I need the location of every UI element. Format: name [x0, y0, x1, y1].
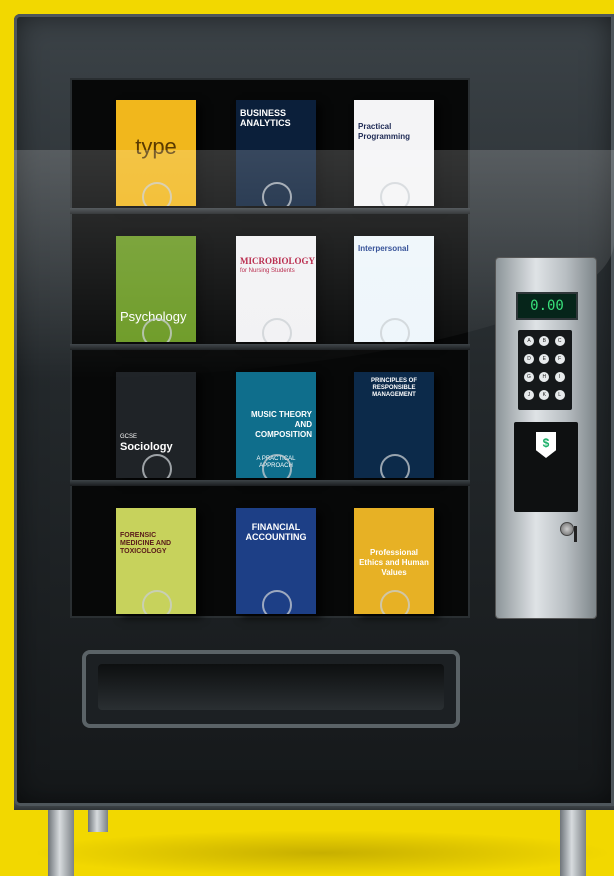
- book-music-theory[interactable]: MUSIC THEORY AND COMPOSITION A PRACTICAL…: [236, 372, 316, 478]
- spiral-coil: [142, 182, 172, 206]
- spiral-coil: [142, 454, 172, 478]
- book-title: BUSINESS ANALYTICS: [240, 108, 291, 128]
- payment-panel: 0.00 A B C D E F G H I J K L $: [496, 258, 596, 618]
- spiral-coil: [380, 590, 410, 614]
- key-l[interactable]: L: [554, 390, 565, 400]
- book-microbiology[interactable]: MICROBIOLOGY for Nursing Students: [236, 236, 316, 342]
- book-professional-ethics[interactable]: Professional Ethics and Human Values: [354, 508, 434, 614]
- machine-leg-left: [48, 808, 74, 876]
- book-title: MUSIC THEORY AND COMPOSITION: [250, 410, 312, 439]
- key-e[interactable]: E: [539, 354, 550, 364]
- key-a[interactable]: A: [524, 336, 534, 346]
- key-d[interactable]: D: [524, 354, 534, 364]
- book-subtitle: GCSE: [120, 434, 138, 440]
- key-b[interactable]: B: [539, 336, 550, 346]
- book-title: Sociology: [120, 441, 173, 453]
- book-type[interactable]: type: [116, 100, 196, 206]
- spiral-coil: [262, 454, 292, 478]
- spiral-coil: [380, 182, 410, 206]
- book-psychology[interactable]: Psychology: [116, 236, 196, 342]
- spiral-coil: [262, 318, 292, 342]
- shelf-row-3: GCSE Sociology MUSIC THEORY AND COMPOSIT…: [70, 350, 470, 486]
- key-k[interactable]: K: [539, 390, 550, 400]
- machine-leg-right: [560, 808, 586, 876]
- key-i[interactable]: I: [554, 372, 565, 382]
- dollar-symbol: $: [542, 436, 550, 450]
- shelf-row-2: Psychology MICROBIOLOGY for Nursing Stud…: [70, 214, 470, 350]
- key-c[interactable]: C: [554, 336, 565, 346]
- key-f[interactable]: F: [554, 354, 565, 364]
- coin-return-button[interactable]: [560, 522, 574, 536]
- book-business-analytics[interactable]: BUSINESS ANALYTICS: [236, 100, 316, 206]
- book-title: type: [135, 134, 177, 159]
- spiral-coil: [380, 318, 410, 342]
- book-title: Professional Ethics and Human Values: [359, 548, 429, 577]
- spiral-coil: [262, 590, 292, 614]
- book-financial-accounting[interactable]: FINANCIAL ACCOUNTING: [236, 508, 316, 614]
- machine-leg-back: [88, 808, 108, 832]
- key-h[interactable]: H: [539, 372, 550, 382]
- dollar-bill-icon: $: [536, 432, 556, 458]
- selection-keypad: A B C D E F G H I J K L: [518, 330, 572, 410]
- book-title: FINANCIAL ACCOUNTING: [245, 522, 307, 542]
- pickup-tray-opening: [98, 664, 444, 710]
- book-title: FORENSIC MEDICINE AND TOXICOLOGY: [120, 532, 172, 555]
- price-display: 0.00: [516, 292, 578, 320]
- pickup-tray[interactable]: [82, 650, 460, 728]
- book-subtitle: for Nursing Students: [240, 268, 295, 274]
- spiral-coil: [262, 182, 292, 206]
- coin-slot[interactable]: [574, 526, 577, 542]
- spiral-coil: [380, 454, 410, 478]
- book-responsible-management[interactable]: PRINCIPLES OF RESPONSIBLE MANAGEMENT: [354, 372, 434, 478]
- shelf-row-4: FORENSIC MEDICINE AND TOXICOLOGY FINANCI…: [70, 486, 470, 622]
- key-j[interactable]: J: [524, 390, 534, 400]
- book-title: Practical Programming: [358, 122, 411, 141]
- display-window: type BUSINESS ANALYTICS Practical Progra…: [70, 78, 470, 618]
- bill-acceptor[interactable]: $: [514, 422, 578, 512]
- book-title: Interpersonal: [358, 244, 409, 253]
- spiral-coil: [142, 590, 172, 614]
- book-interpersonal[interactable]: Interpersonal: [354, 236, 434, 342]
- book-title: PRINCIPLES OF RESPONSIBLE MANAGEMENT: [370, 378, 417, 398]
- key-g[interactable]: G: [524, 372, 534, 382]
- floor-shadow: [30, 830, 614, 876]
- book-title: MICROBIOLOGY: [240, 256, 316, 266]
- shelf-row-1: type BUSINESS ANALYTICS Practical Progra…: [70, 78, 470, 214]
- book-forensic-medicine[interactable]: FORENSIC MEDICINE AND TOXICOLOGY: [116, 508, 196, 614]
- spiral-coil: [142, 318, 172, 342]
- book-gcse-sociology[interactable]: GCSE Sociology: [116, 372, 196, 478]
- book-practical-programming[interactable]: Practical Programming: [354, 100, 434, 206]
